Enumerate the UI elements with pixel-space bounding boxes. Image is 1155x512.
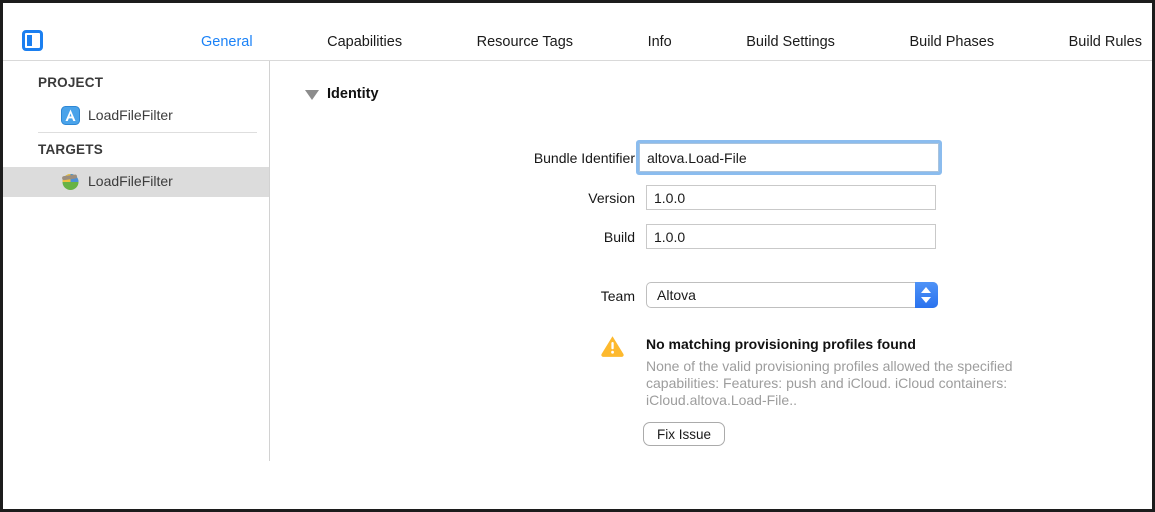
editor-tabs: General Capabilities Resource Tags Info … xyxy=(201,32,1142,52)
sidebar-item-label: LoadFileFilter xyxy=(88,107,173,123)
tab-general[interactable]: General xyxy=(201,34,253,50)
tab-info[interactable]: Info xyxy=(648,34,672,50)
sidebar-item-target-loadfilefilter[interactable]: LoadFileFilter xyxy=(3,167,269,197)
sidebar-item-label: LoadFileFilter xyxy=(88,173,173,189)
editor-sidebar-toggle-icon[interactable] xyxy=(22,30,43,51)
tab-resource-tags[interactable]: Resource Tags xyxy=(477,34,573,50)
team-label: Team xyxy=(303,288,635,304)
team-popup-button[interactable]: Altova xyxy=(646,282,938,308)
tab-build-rules[interactable]: Build Rules xyxy=(1069,34,1142,50)
warning-line: None of the valid provisioning profiles … xyxy=(646,358,1013,375)
warning-title: No matching provisioning profiles found xyxy=(646,336,916,352)
editor-tab-bar: General Capabilities Resource Tags Info … xyxy=(3,3,1152,60)
version-label: Version xyxy=(303,190,635,206)
sidebar-section-separator xyxy=(38,132,257,133)
team-popup-value: Altova xyxy=(657,287,696,303)
tabbar-divider xyxy=(3,60,1152,61)
fix-issue-button[interactable]: Fix Issue xyxy=(643,422,725,446)
build-input[interactable] xyxy=(646,224,936,249)
bundle-identifier-label: Bundle Identifier xyxy=(303,150,635,166)
identity-disclosure-triangle-icon[interactable] xyxy=(305,90,319,100)
warning-triangle-icon xyxy=(600,335,625,357)
warning-line: iCloud.altova.Load-File.. xyxy=(646,392,1013,409)
tab-build-settings[interactable]: Build Settings xyxy=(746,34,835,50)
tab-capabilities[interactable]: Capabilities xyxy=(327,34,402,50)
bundle-identifier-focus-ring xyxy=(636,140,942,175)
warning-line: capabilities: Features: push and iCloud.… xyxy=(646,375,1013,392)
popup-stepper-icon xyxy=(915,282,938,308)
sidebar-item-project-loadfilefilter[interactable]: LoadFileFilter xyxy=(3,101,269,131)
xcode-project-icon xyxy=(61,106,80,125)
warning-description: None of the valid provisioning profiles … xyxy=(646,358,1013,409)
version-input[interactable] xyxy=(646,185,936,210)
app-target-icon xyxy=(61,172,80,191)
tab-build-phases[interactable]: Build Phases xyxy=(909,34,994,50)
xcode-project-editor-window: General Capabilities Resource Tags Info … xyxy=(0,0,1155,512)
sidebar-targets-header: TARGETS xyxy=(38,142,103,157)
build-label: Build xyxy=(303,229,635,245)
sidebar-divider xyxy=(269,61,270,461)
sidebar-project-header: PROJECT xyxy=(38,75,103,90)
bundle-identifier-input[interactable] xyxy=(639,143,939,172)
identity-section-title: Identity xyxy=(327,86,379,102)
